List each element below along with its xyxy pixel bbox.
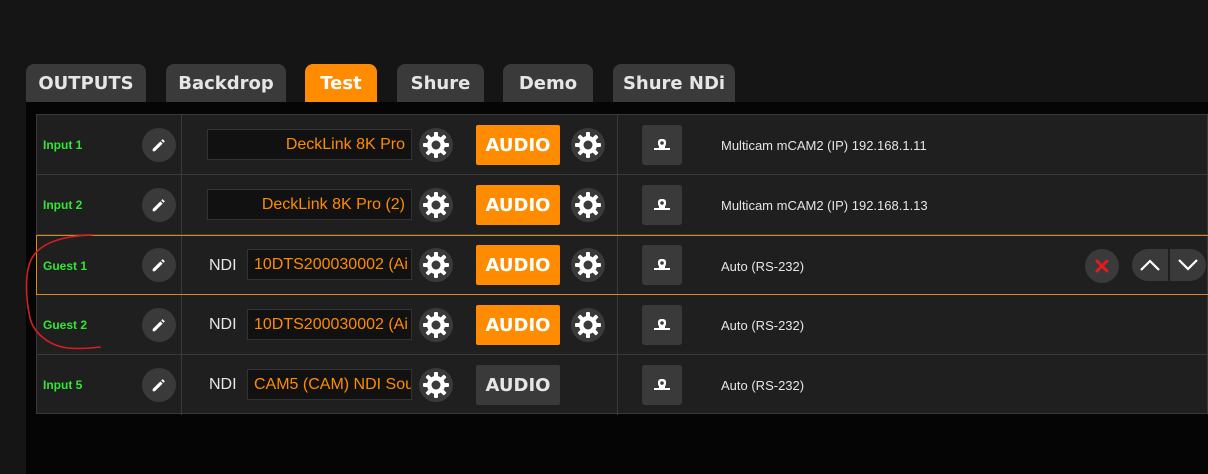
table-row: Guest 2 NDI 10DTS200030002 (Ai AUDIO Aut… [37,295,1208,355]
audio-settings-button[interactable] [569,246,607,284]
audio-settings-button[interactable] [569,306,607,344]
pencil-icon [152,139,165,152]
close-icon [1095,259,1109,273]
edit-button[interactable] [142,188,176,222]
edit-button[interactable] [142,308,176,342]
source-type-label: NDI [209,376,237,393]
edit-button[interactable] [142,248,176,282]
source-field[interactable]: DeckLink 8K Pro [207,129,412,160]
tab-shure-ndi[interactable]: Shure NDi [613,64,735,102]
audio-button[interactable]: AUDIO [476,365,560,405]
camera-control-button[interactable] [642,245,682,285]
source-settings-button[interactable] [417,366,455,404]
gear-icon [571,128,605,162]
camera-control-button[interactable] [642,185,682,225]
chevron-down-icon [1178,259,1198,271]
camera-info: Auto (RS-232) [721,317,805,333]
chevron-up-icon [1140,259,1160,271]
tab-test[interactable]: Test [305,64,377,102]
table-row: Input 1 DeckLink 8K Pro AUDIO Multicam m… [37,115,1208,175]
tab-shure[interactable]: Shure [397,64,484,102]
camera-control-button[interactable] [642,365,682,405]
remove-button[interactable] [1085,249,1119,283]
camera-control-button[interactable] [642,125,682,165]
camera-info: Auto (RS-232) [721,258,805,274]
input-name: Guest 2 [43,318,88,332]
edit-button[interactable] [142,368,176,402]
input-name: Input 2 [43,198,83,212]
audio-button[interactable]: AUDIO [476,125,560,165]
audio-settings-button[interactable] [569,126,607,164]
source-type-label: NDI [209,316,237,333]
gear-icon [571,248,605,282]
input-name: Input 1 [43,138,83,152]
camera-info: Multicam mCAM2 (IP) 192.168.1.11 [721,137,927,153]
camera-control-icon [654,379,670,390]
table-row-selected[interactable]: Guest 1 NDI 10DTS200030002 (Ai AUDIO Aut… [36,235,1208,295]
move-down-button[interactable] [1170,249,1206,281]
audio-button[interactable]: AUDIO [476,305,560,345]
pencil-icon [152,199,165,212]
input-name: Guest 1 [43,259,88,273]
tab-demo[interactable]: Demo [503,64,593,102]
source-field[interactable]: 10DTS200030002 (Ai [247,309,412,340]
audio-button[interactable]: AUDIO [476,245,560,285]
camera-control-icon [654,259,670,270]
pencil-icon [152,259,165,272]
input-name: Input 5 [43,378,83,392]
inputs-table: Input 1 DeckLink 8K Pro AUDIO Multicam m… [36,114,1208,415]
gear-icon [419,188,453,222]
tab-outputs[interactable]: OUTPUTS [26,64,146,102]
gear-icon [419,128,453,162]
audio-settings-button[interactable] [569,186,607,224]
source-settings-button[interactable] [417,306,455,344]
table-row: Input 2 DeckLink 8K Pro (2) AUDIO Multic… [37,175,1208,235]
audio-button[interactable]: AUDIO [476,185,560,225]
tab-backdrop[interactable]: Backdrop [166,64,286,102]
pencil-icon [152,379,165,392]
camera-control-icon [654,199,670,210]
table-row: Input 5 NDI CAM5 (CAM) NDI Sou AUDIO Aut… [37,355,1208,415]
source-settings-button[interactable] [417,246,455,284]
gear-icon [419,248,453,282]
camera-control-icon [654,139,670,150]
source-type-label: NDI [209,257,237,274]
source-field[interactable]: CAM5 (CAM) NDI Sou [247,369,412,400]
gear-icon [571,308,605,342]
gear-icon [571,188,605,222]
camera-info: Multicam mCAM2 (IP) 192.168.1.13 [721,197,928,213]
move-up-button[interactable] [1132,249,1168,281]
source-field[interactable]: DeckLink 8K Pro (2) [207,189,412,220]
edit-button[interactable] [142,128,176,162]
camera-control-icon [654,319,670,330]
gear-icon [419,368,453,402]
pencil-icon [152,319,165,332]
camera-info: Auto (RS-232) [721,377,805,393]
source-settings-button[interactable] [417,126,455,164]
source-field[interactable]: 10DTS200030002 (Ai [247,249,412,280]
camera-control-button[interactable] [642,305,682,345]
gear-icon [419,308,453,342]
source-settings-button[interactable] [417,186,455,224]
